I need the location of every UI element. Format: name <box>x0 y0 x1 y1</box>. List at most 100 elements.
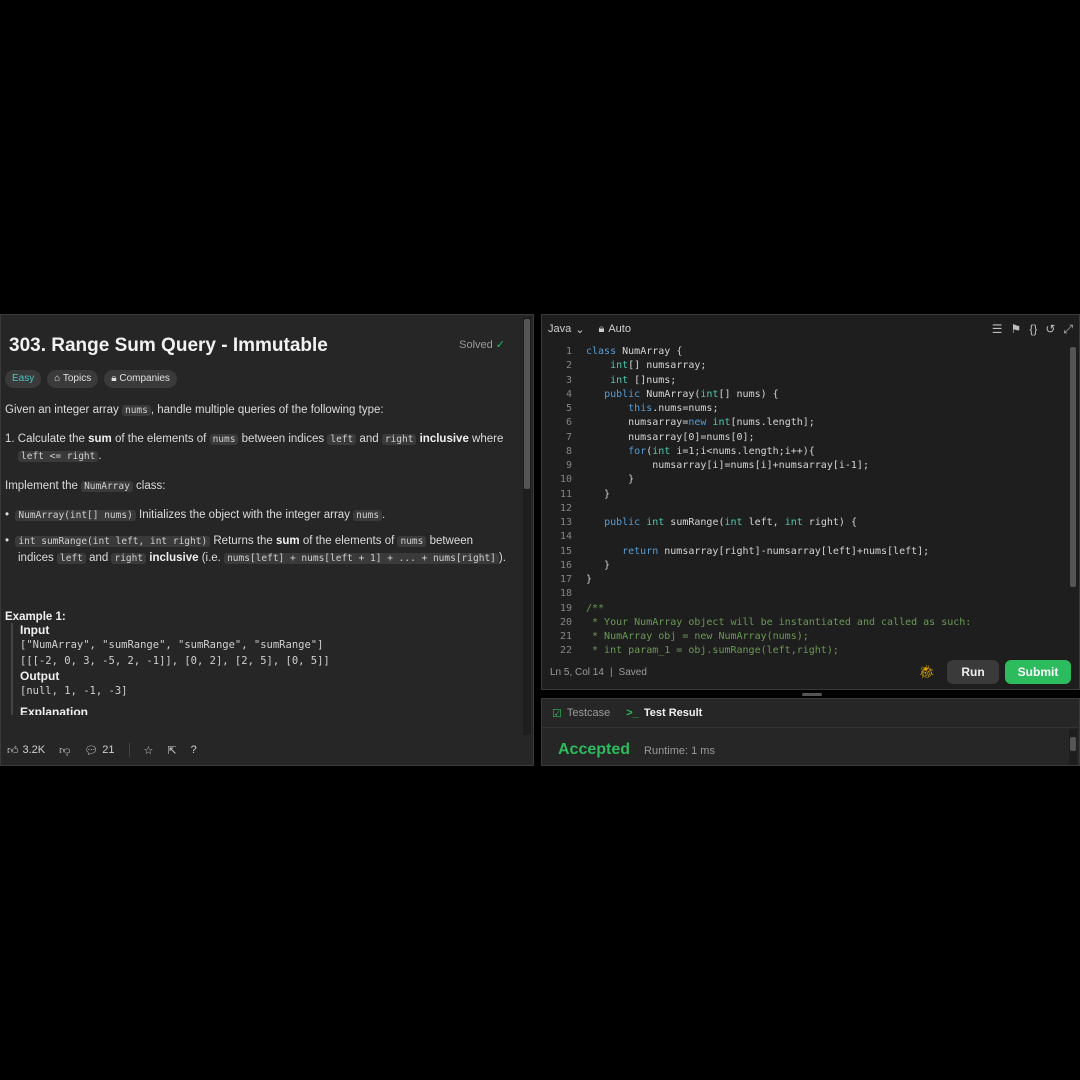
query-item: 1. Calculate the sum of the elements of … <box>5 433 504 462</box>
line-number: 9 <box>565 460 572 471</box>
editor-panel: Java ⌄ 🔒︎ Auto ☰ ⚑ {} ↺ ⤢ 1 class NumArray … <box>541 314 1080 690</box>
bookmark-icon[interactable]: ⚑ <box>1011 322 1022 337</box>
help-button[interactable]: ? <box>187 742 201 758</box>
code-line[interactable]: 20 * Your NumArray object will be instan… <box>542 616 1069 630</box>
code-line[interactable]: 13 public int sumRange(int left, int rig… <box>542 516 1069 530</box>
code-line[interactable]: 14 <box>542 530 1069 544</box>
code-line[interactable]: 5 this.nums=nums; <box>542 402 1069 416</box>
code-line[interactable]: 8 for(int i=1;i<nums.length;i++){ <box>542 445 1069 459</box>
runtime: Runtime: 1 ms <box>644 745 715 757</box>
line-number: 10 <box>559 474 572 486</box>
code-editor[interactable]: 1 class NumArray {2 int[] numsarray; 3 int… <box>542 345 1069 667</box>
tab-testcase-label: Testcase <box>566 707 611 719</box>
code-text: } <box>586 574 593 585</box>
like-count: 3.2K <box>22 744 46 756</box>
code-line[interactable]: 1 class NumArray { <box>542 345 1069 359</box>
tag-row: Easy ⌂ Topics 🔒︎ Companies <box>5 370 177 388</box>
output-label: Output <box>20 669 60 683</box>
favorite-button[interactable]: ☆ <box>140 742 158 759</box>
line-number: 20 <box>559 616 572 628</box>
problem-title: 303. Range Sum Query - Immutable <box>9 335 328 356</box>
problem-footer: 👍︎ 3.2K 👎︎ 💬︎ 21 ☆ ⇱ ? <box>1 735 533 765</box>
code-line[interactable]: 12 <box>542 502 1069 516</box>
share-button[interactable]: ⇱ <box>163 742 180 759</box>
auto-mode[interactable]: 🔒︎ Auto <box>598 323 631 336</box>
line-number: 19 <box>559 602 572 614</box>
line-number: 12 <box>559 502 572 514</box>
code-line[interactable]: 19 /** <box>542 602 1069 616</box>
code-line[interactable]: 17} <box>542 573 1069 587</box>
code-line[interactable]: 7 numsarray[0]=nums[0]; <box>542 431 1069 445</box>
code-text: public int sumRange(int left, int right)… <box>604 517 857 528</box>
dislike-button[interactable]: 👎︎ <box>55 742 74 759</box>
code-line[interactable]: 2 int[] numsarray; <box>542 359 1069 373</box>
language-label: Java <box>548 323 572 335</box>
mode-label: Auto <box>608 323 631 335</box>
example-block: Input ["NumArray", "sumRange", "sumRange… <box>11 623 330 715</box>
result-body: Accepted Runtime: 1 ms <box>558 741 715 759</box>
braces-icon[interactable]: {} <box>1029 322 1037 337</box>
lock-icon: 🔒︎ <box>598 322 605 335</box>
code-line[interactable]: 21 * NumArray obj = new NumArray(nums); <box>542 630 1069 644</box>
code-line[interactable]: 10 } <box>542 473 1069 487</box>
code-text: /** <box>586 602 605 614</box>
format-icon[interactable]: ☰ <box>992 322 1003 337</box>
panel-resize-handle[interactable] <box>802 693 822 696</box>
output-line: [null, 1, -1, -3] <box>20 685 128 697</box>
difficulty-tag[interactable]: Easy <box>5 370 42 388</box>
comments-button[interactable]: 💬︎ 21 <box>80 742 118 759</box>
terminal-icon: >_ <box>626 707 639 719</box>
line-number: 16 <box>559 559 572 571</box>
line-number: 14 <box>559 531 572 543</box>
code-line[interactable]: 15 return numsarray[right]-numsarray[lef… <box>542 545 1069 559</box>
check-circle-icon: ✓ <box>495 339 505 351</box>
line-number: 8 <box>565 445 572 457</box>
line-number: 1 <box>565 346 572 357</box>
result-panel: ☑ Testcase >_ Test Result Accepted Runtime… <box>541 698 1080 766</box>
code-line[interactable]: 11 } <box>542 488 1069 502</box>
editor-scroll-thumb[interactable] <box>1070 347 1076 587</box>
code-line[interactable]: 4 public NumArray(int[] nums) { <box>542 388 1069 402</box>
problem-scroll-thumb[interactable] <box>524 319 530 489</box>
like-button[interactable]: 👍︎ 3.2K <box>3 742 49 759</box>
result-tabs: ☑ Testcase >_ Test Result <box>542 699 1079 728</box>
tab-test-result[interactable]: >_ Test Result <box>626 707 702 719</box>
code-line[interactable]: 16 } <box>542 559 1069 573</box>
expand-icon[interactable]: ⤢ <box>1063 322 1073 337</box>
editor-scrollbar[interactable] <box>1069 345 1077 667</box>
tag-icon: ⌂ <box>54 373 63 384</box>
debug-icon[interactable]: 🐞︎ <box>918 664 935 680</box>
problem-content[interactable]: 303. Range Sum Query - Immutable Solved ✓… <box>1 315 519 735</box>
topics-label: Topics <box>62 373 92 384</box>
code-text: * NumArray obj = new NumArray(nums); <box>586 631 809 642</box>
comment-icon: 💬︎ <box>84 744 99 757</box>
line-number: 17 <box>559 574 572 585</box>
line-number: 6 <box>565 417 572 429</box>
code-line[interactable]: 3 int []nums; <box>542 374 1069 388</box>
run-button[interactable]: Run <box>947 660 999 684</box>
code-line[interactable]: 6 numsarray=new int[nums.length]; <box>542 416 1069 430</box>
reset-icon[interactable]: ↺ <box>1045 322 1055 337</box>
line-number: 3 <box>565 374 572 386</box>
comment-count: 21 <box>102 744 115 756</box>
checkbox-icon: ☑ <box>552 707 562 720</box>
saved-status: Saved <box>618 666 647 678</box>
problem-scrollbar[interactable] <box>523 317 531 735</box>
companies-tag[interactable]: 🔒︎ Companies <box>104 370 177 388</box>
result-scroll-thumb[interactable] <box>1070 737 1076 751</box>
editor-tools: ☰ ⚑ {} ↺ ⤢ <box>992 322 1073 337</box>
editor-footer: Ln 5, Col 14 | Saved 🐞︎ Run Submit <box>542 655 1079 689</box>
code-text: public NumArray(int[] nums) { <box>604 388 779 400</box>
code-text: numsarray[i]=nums[i]+numsarray[i-1]; <box>586 460 869 471</box>
code-line[interactable]: 9 numsarray[i]=nums[i]+numsarray[i-1]; <box>542 459 1069 473</box>
language-select[interactable]: Java ⌄ <box>548 323 584 336</box>
line-number: 7 <box>565 431 572 443</box>
input-line-2: [[[-2, 0, 3, -5, 2, -1]], [0, 2], [2, 5]… <box>20 655 330 667</box>
result-scrollbar[interactable] <box>1069 729 1077 765</box>
code-line[interactable]: 18 <box>542 587 1069 601</box>
submit-button[interactable]: Submit <box>1005 660 1071 684</box>
tab-testcase[interactable]: ☑ Testcase <box>552 707 610 720</box>
line-number: 2 <box>565 360 572 372</box>
line-number: 4 <box>565 388 572 400</box>
topics-tag[interactable]: ⌂ Topics <box>47 370 99 388</box>
